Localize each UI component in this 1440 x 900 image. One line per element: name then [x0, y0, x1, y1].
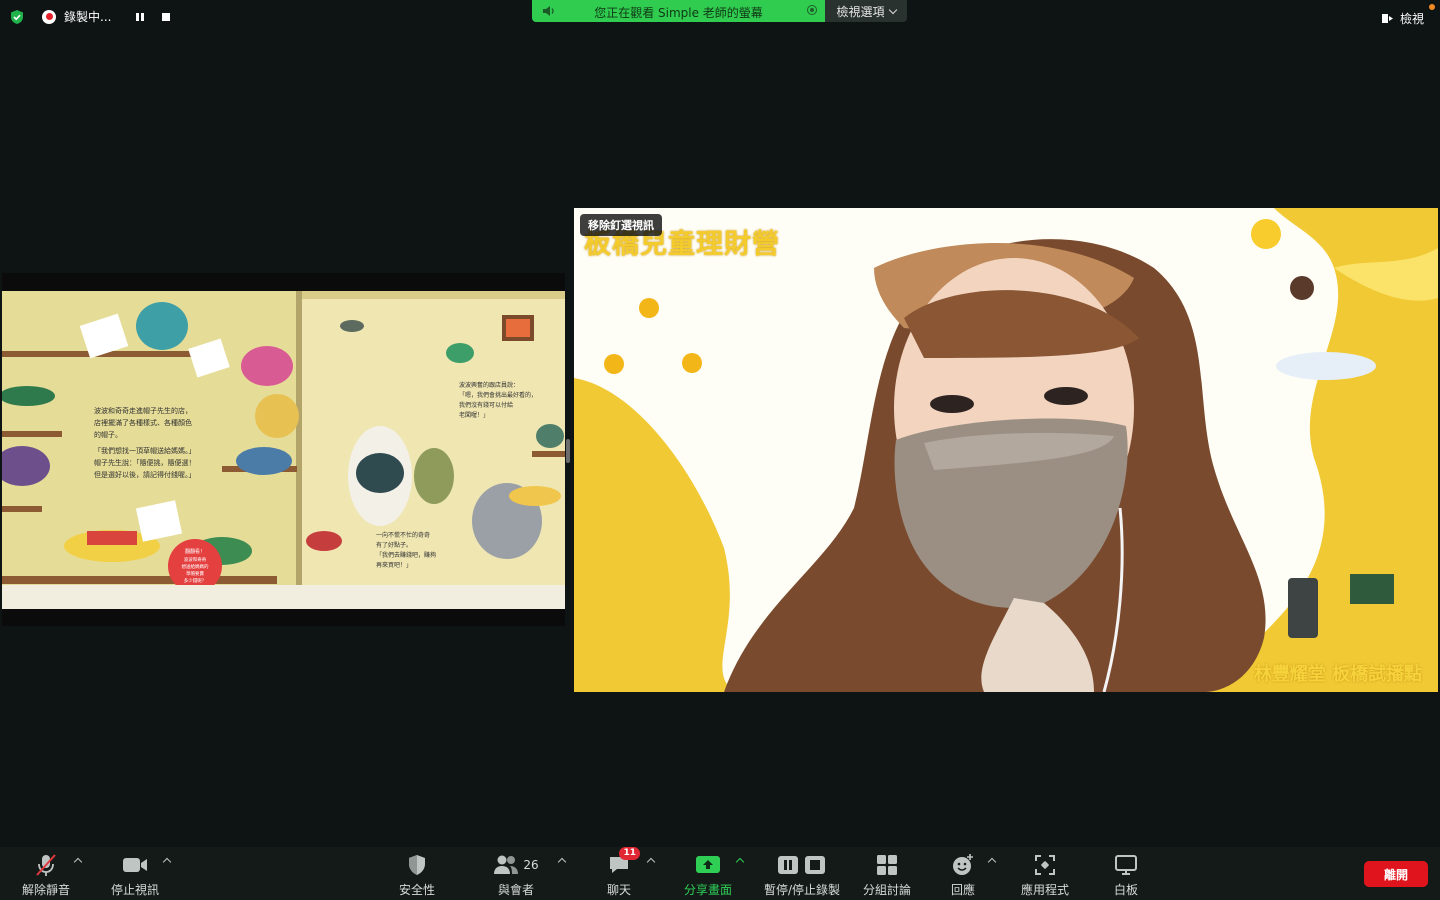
stop-video-label: 停止視訊: [110, 883, 159, 897]
book-text-line: 帽子先生說：「隨便挑，隨便選！: [94, 458, 196, 467]
chat-options-caret[interactable]: [646, 857, 656, 867]
apps-button[interactable]: 應用程式: [1016, 847, 1074, 900]
meeting-toolbar: 解除靜音 停止視訊 安全性 26 與會者 11 聊天 分享畫面 暫停/停止錄製 …: [0, 847, 1440, 900]
unmute-button[interactable]: 解除靜音: [20, 847, 72, 900]
view-button[interactable]: 檢視: [1381, 10, 1424, 27]
participants-button[interactable]: 26 與會者: [492, 847, 540, 900]
apps-label: 應用程式: [1020, 883, 1069, 897]
pause-icon: [136, 12, 145, 21]
book-text-line: 老闆喔！」: [459, 411, 489, 419]
audio-options-caret[interactable]: [73, 857, 83, 867]
share-screen-icon: [695, 853, 721, 877]
view-options-label: 檢視選項: [836, 4, 885, 19]
sticker-text: 想送給媽媽的: [182, 563, 209, 570]
recording-dot-icon: [42, 9, 56, 24]
sticker-text: 波波和奇奇: [184, 556, 207, 563]
participants-count: 26: [523, 858, 539, 872]
sticker-text: 多少錢呢？: [184, 577, 207, 584]
video-options-caret[interactable]: [162, 857, 172, 867]
chat-button[interactable]: 11 聊天: [602, 847, 640, 900]
leave-meeting-button[interactable]: 離開: [1364, 861, 1428, 887]
recording-indicator: 錄製中...: [42, 8, 173, 25]
picture-book-image: 波波和奇奇走進帽子先生的店， 店裡擺滿了各種樣式、各種顏色 的帽子。 「我們想找…: [2, 291, 565, 609]
apps-icon: [1034, 853, 1056, 877]
stop-video-button[interactable]: 停止視訊: [109, 847, 161, 900]
video-camera-icon: [121, 853, 149, 877]
participants-label: 與會者: [497, 883, 534, 897]
recording-controls-icon: [777, 853, 827, 877]
muted-mic-icon: [34, 853, 58, 877]
book-text-line: 「我們去賺錢吧，賺夠: [376, 551, 436, 559]
reactions-smiley-icon: [951, 853, 975, 877]
reactions-button[interactable]: 回應: [946, 847, 980, 900]
video-overlay-footer: 林豐耀堂 板橋試播點: [1253, 664, 1422, 685]
share-screen-button[interactable]: 分享畫面: [682, 847, 734, 900]
pause-stop-recording-label: 暫停/停止錄製: [763, 883, 841, 897]
sticker-text: 翻翻看！: [185, 548, 205, 555]
security-button[interactable]: 安全性: [394, 847, 440, 900]
book-text-line: 的帽子。: [94, 430, 122, 439]
encryption-shield-icon[interactable]: [9, 9, 25, 25]
stop-recording-button[interactable]: [159, 10, 173, 24]
security-shield-icon: [406, 853, 428, 877]
book-text-line: 一向不慌不忙的奇奇: [376, 531, 430, 539]
whiteboard-label: 白板: [1113, 883, 1138, 897]
pinned-video-tile[interactable]: 移除釘選視訊 板橋兒童理財營 林豐耀堂 板橋試播點: [574, 208, 1438, 692]
status-dot-icon: [807, 5, 817, 15]
share-screen-label: 分享畫面: [683, 883, 732, 897]
book-text-line: 「嗯，我們會挑出最好看的，: [459, 391, 537, 399]
shared-screen[interactable]: 波波和奇奇走進帽子先生的店， 店裡擺滿了各種樣式、各種顏色 的帽子。 「我們想找…: [2, 273, 565, 626]
share-banner: 您正在觀看 Simple 老師的螢幕 檢視選項: [532, 0, 907, 22]
pause-stop-recording-button[interactable]: 暫停/停止錄製: [760, 847, 844, 900]
participants-icon-row: 26: [493, 853, 539, 877]
book-text-line: 波波興奮的跟店員說：: [459, 381, 519, 389]
reactions-options-caret[interactable]: [987, 857, 997, 867]
share-options-caret[interactable]: [735, 857, 745, 867]
top-status-bar: 錄製中... 您正在觀看 Simple 老師的螢幕 檢視選項 檢視: [0, 0, 1440, 34]
book-text-line: 但是選好以後，請記得付錢喔。」: [94, 470, 196, 479]
share-banner-text: 您正在觀看 Simple 老師的螢幕: [594, 6, 763, 20]
breakout-rooms-label: 分組討論: [862, 883, 911, 897]
split-divider-handle[interactable]: [566, 439, 570, 463]
unmute-label: 解除靜音: [21, 883, 70, 897]
stop-icon: [162, 12, 171, 21]
view-layout-icon: [1381, 14, 1393, 23]
notification-dot: [1429, 4, 1435, 10]
remove-pin-button[interactable]: 移除釘選視訊: [580, 214, 662, 236]
security-label: 安全性: [398, 883, 435, 897]
sticker-text: 草帽要賣: [186, 570, 204, 577]
breakout-rooms-icon: [876, 853, 898, 877]
view-options-button[interactable]: 檢視選項: [825, 0, 907, 22]
book-text-line: 再來買吧！」: [376, 562, 412, 569]
chevron-down-icon: [888, 5, 897, 14]
chat-label: 聊天: [606, 883, 631, 897]
book-text-line: 有了好點子。: [376, 541, 412, 549]
whiteboard-icon: [1114, 853, 1138, 877]
book-text-line: 我們沒有錢可以付給: [459, 401, 513, 409]
whiteboard-button[interactable]: 白板: [1110, 847, 1142, 900]
reactions-label: 回應: [950, 883, 975, 897]
book-text-line: 店裡擺滿了各種樣式、各種顏色: [94, 418, 192, 427]
breakout-rooms-button[interactable]: 分組討論: [860, 847, 914, 900]
view-label: 檢視: [1399, 12, 1424, 26]
recording-label: 錄製中...: [64, 10, 112, 24]
book-text-line: 「我們想找一頂草帽送給媽媽。」: [94, 446, 196, 455]
chat-unread-badge: 11: [619, 847, 640, 860]
participants-options-caret[interactable]: [557, 857, 567, 867]
video-frame: [574, 208, 1438, 692]
book-text-line: 波波和奇奇走進帽子先生的店，: [94, 406, 192, 415]
viewing-share-notice: 您正在觀看 Simple 老師的螢幕: [532, 0, 825, 22]
pause-recording-button[interactable]: [133, 10, 147, 24]
participants-icon: [494, 855, 519, 874]
chat-icon-wrap: 11: [607, 847, 640, 877]
